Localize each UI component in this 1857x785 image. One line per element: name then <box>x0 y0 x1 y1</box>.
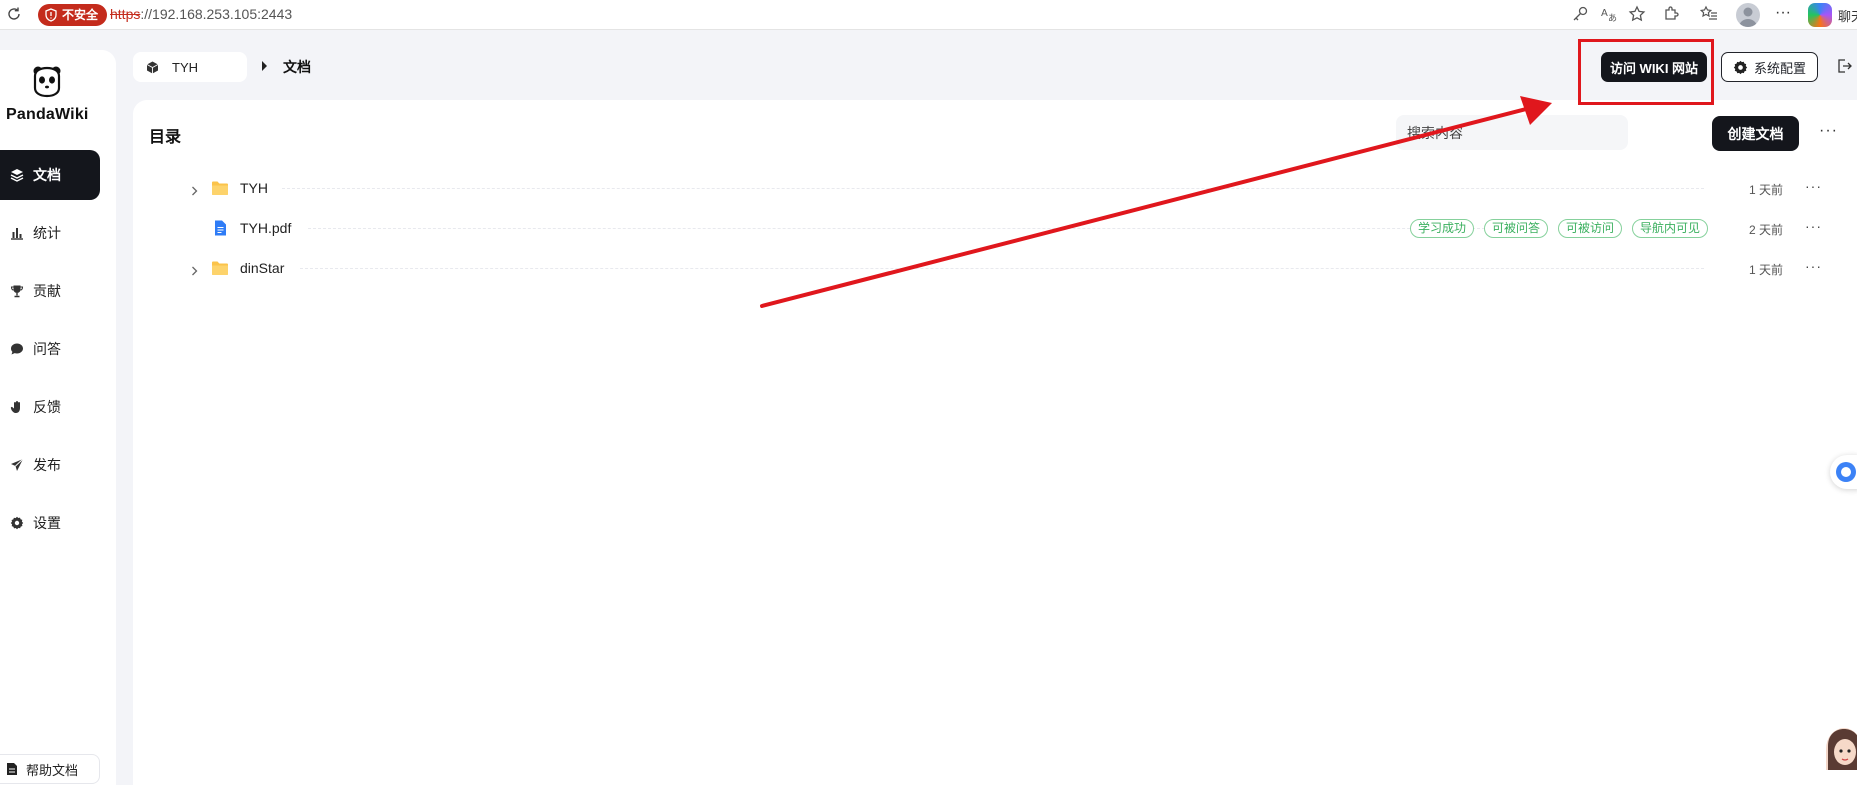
extensions-icon[interactable] <box>1662 5 1680 25</box>
doc-tree-panel: 目录 创建文档 ··· TYH 1 天前 ··· TYH.pdf 学习成功 可被… <box>133 100 1857 785</box>
status-badge: 学习成功 <box>1410 219 1475 238</box>
search-input[interactable] <box>1396 115 1628 150</box>
status-badge: 导航内可见 <box>1632 219 1709 238</box>
chevron-right-icon[interactable] <box>190 183 199 196</box>
breadcrumb-current: 文档 <box>283 59 311 75</box>
sidebar-item-feedback[interactable]: 反馈 <box>0 382 100 432</box>
help-docs-button[interactable]: 帮助文档 <box>0 754 100 784</box>
tree-row-name: TYH.pdf <box>240 220 292 236</box>
chat-label[interactable]: 聊天 <box>1838 6 1857 25</box>
more-options-icon[interactable]: ··· <box>1819 122 1838 140</box>
svg-text:A: A <box>1601 8 1608 19</box>
sidebar-item-docs[interactable]: 文档 <box>0 150 100 200</box>
insecure-badge[interactable]: 不安全 <box>38 4 108 26</box>
status-badge: 可被问答 <box>1484 219 1549 238</box>
sidebar-item-publish[interactable]: 发布 <box>0 440 100 490</box>
tree-row-time: 2 天前 <box>1749 223 1784 237</box>
tree-row[interactable]: TYH 1 天前 ··· <box>133 170 1857 206</box>
floating-chat-button[interactable] <box>1830 455 1857 489</box>
chat-icon <box>1836 462 1856 482</box>
system-config-label: 系统配置 <box>1753 60 1806 76</box>
chevron-right-icon[interactable] <box>190 263 199 276</box>
panel-title: 目录 <box>149 129 182 146</box>
gear-icon <box>10 516 24 530</box>
reload-icon[interactable] <box>6 6 22 22</box>
shield-warning-icon <box>45 8 57 22</box>
sidebar-item-contribute[interactable]: 贡献 <box>0 266 100 316</box>
favorites-icon[interactable] <box>1700 5 1718 25</box>
address-bar[interactable]: https://192.168.253.105:2443 <box>110 6 292 22</box>
system-config-button[interactable]: 系统配置 <box>1721 52 1818 82</box>
sidebar-item-label: 统计 <box>33 225 61 241</box>
cube-icon <box>146 61 159 74</box>
layers-icon <box>10 168 24 182</box>
row-divider <box>282 188 1704 189</box>
sidebar-item-label: 文档 <box>33 167 61 183</box>
panda-logo-icon <box>30 64 64 98</box>
key-icon[interactable] <box>1571 5 1589 25</box>
tree-row-name: TYH <box>240 180 268 196</box>
browser-menu-icon[interactable]: ··· <box>1775 4 1791 24</box>
annotation-highlight-box <box>1578 39 1714 105</box>
logout-icon[interactable] <box>1836 58 1852 74</box>
bar-chart-icon <box>10 226 24 240</box>
tree-row-time: 1 天前 <box>1749 183 1784 197</box>
kb-selector[interactable]: TYH <box>133 52 247 82</box>
brand-name: PandaWiki <box>6 106 89 123</box>
sidebar-item-stats[interactable]: 统计 <box>0 208 100 258</box>
translate-icon[interactable]: Aあ <box>1600 5 1618 25</box>
insecure-label: 不安全 <box>62 8 99 22</box>
sidebar-item-label: 发布 <box>33 457 61 473</box>
tree-row[interactable]: dinStar 1 天前 ··· <box>133 250 1857 286</box>
create-doc-button[interactable]: 创建文档 <box>1712 116 1799 151</box>
tree-row-name: dinStar <box>240 260 285 276</box>
sidebar-item-qa[interactable]: 问答 <box>0 324 100 374</box>
row-more-icon[interactable]: ··· <box>1805 218 1822 234</box>
gear-icon <box>1733 60 1748 75</box>
chat-bubble-icon <box>10 342 24 356</box>
document-icon <box>6 762 18 776</box>
assistant-avatar[interactable] <box>1826 728 1857 770</box>
breadcrumb-caret-icon <box>262 61 267 71</box>
row-divider <box>308 228 1540 229</box>
row-divider <box>300 268 1704 269</box>
sidebar-item-label: 反馈 <box>33 399 61 415</box>
sidebar-item-label: 设置 <box>33 515 61 531</box>
send-icon <box>10 458 24 472</box>
tree-row-time: 1 天前 <box>1749 263 1784 277</box>
copilot-icon[interactable] <box>1808 3 1832 27</box>
favorite-star-icon[interactable] <box>1628 5 1646 25</box>
help-docs-label: 帮助文档 <box>26 762 79 778</box>
sidebar-item-settings[interactable]: 设置 <box>0 498 100 548</box>
status-badge: 可被访问 <box>1558 219 1623 238</box>
folder-icon <box>211 260 229 276</box>
trophy-icon <box>10 284 24 298</box>
sidebar-item-label: 贡献 <box>33 283 61 299</box>
url-protocol: https <box>110 6 141 22</box>
svg-text:あ: あ <box>1608 13 1617 23</box>
sidebar: PandaWiki 文档 统计 贡献 问答 反馈 发布 设置 帮助文档 <box>0 50 116 785</box>
browser-toolbar: 不安全 https://192.168.253.105:2443 Aあ ··· … <box>0 0 1857 30</box>
profile-avatar[interactable] <box>1736 3 1760 27</box>
folder-icon <box>211 180 229 196</box>
row-more-icon[interactable]: ··· <box>1805 258 1822 274</box>
document-file-icon <box>211 220 229 236</box>
url-host: ://192.168.253.105:2443 <box>140 6 293 22</box>
kb-name: TYH <box>172 59 198 75</box>
tree-row[interactable]: TYH.pdf 学习成功 可被问答 可被访问 导航内可见 2 天前 ··· <box>133 210 1857 246</box>
hand-icon <box>10 400 24 414</box>
row-more-icon[interactable]: ··· <box>1805 178 1822 194</box>
sidebar-item-label: 问答 <box>33 341 61 357</box>
